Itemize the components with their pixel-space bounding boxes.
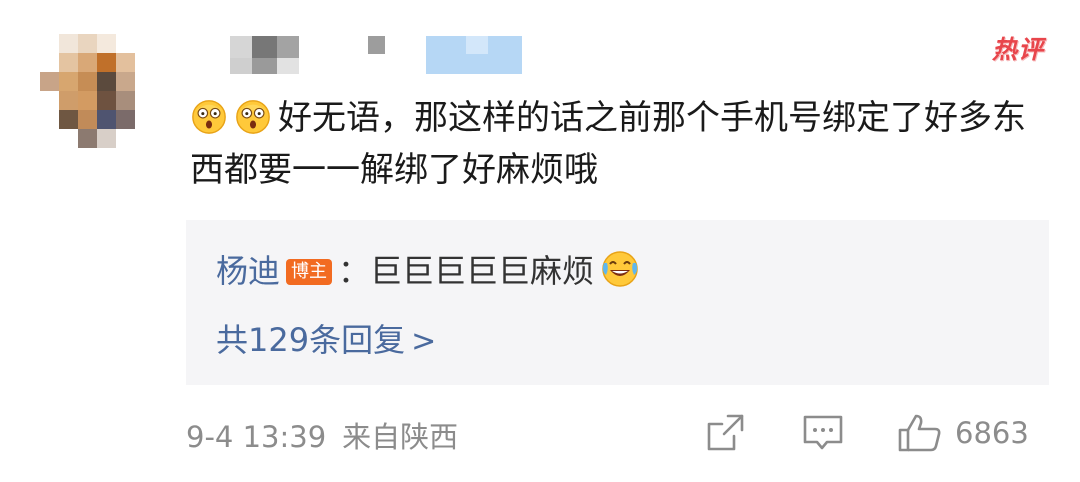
comment-card: 热评 好无语，那这样的话之前那个手机号绑定了好多东西都要一一解绑了好麻烦哦 杨迪… (0, 0, 1080, 482)
laughing-crying-emoji-icon (600, 249, 640, 289)
shocked-face-emoji-icon (190, 97, 228, 135)
thumbs-up-icon (898, 414, 941, 452)
like-count: 6863 (955, 416, 1029, 450)
reply-line: 杨迪 博主 ：巨巨巨巨巨麻烦 (216, 246, 640, 292)
reply-count-label: 共129条回复 (216, 321, 406, 359)
like-button[interactable]: 6863 (897, 412, 1029, 454)
comment-meta: 9-4 13:39 来自陕西 (186, 414, 458, 456)
comment-icon (803, 415, 843, 450)
share-icon (707, 414, 744, 451)
hot-comment-badge: 热评 (991, 35, 1044, 64)
reply-author[interactable]: 杨迪 (216, 252, 280, 290)
reply-preview-box[interactable]: 杨迪 博主 ：巨巨巨巨巨麻烦 共129条回复 > (186, 220, 1049, 385)
author-badge: 博主 (286, 259, 333, 285)
user-name[interactable] (230, 36, 530, 76)
comment-body: 好无语，那这样的话之前那个手机号绑定了好多东西都要一一解绑了好麻烦哦 (190, 92, 1040, 196)
share-button[interactable] (704, 412, 746, 454)
reply-separator: ： (338, 252, 371, 290)
user-avatar[interactable] (40, 34, 154, 148)
view-all-replies-link[interactable]: 共129条回复 > (216, 315, 436, 361)
comment-location: 来自陕西 (342, 420, 459, 454)
comment-button[interactable] (801, 412, 845, 454)
chevron-right-icon: > (411, 324, 437, 359)
reply-text: 巨巨巨巨巨麻烦 (370, 252, 595, 290)
shocked-face-emoji-icon (234, 97, 272, 135)
comment-text: 好无语，那这样的话之前那个手机号绑定了好多东西都要一一解绑了好麻烦哦 (190, 98, 1026, 190)
comment-timestamp: 9-4 13:39 (186, 420, 327, 454)
